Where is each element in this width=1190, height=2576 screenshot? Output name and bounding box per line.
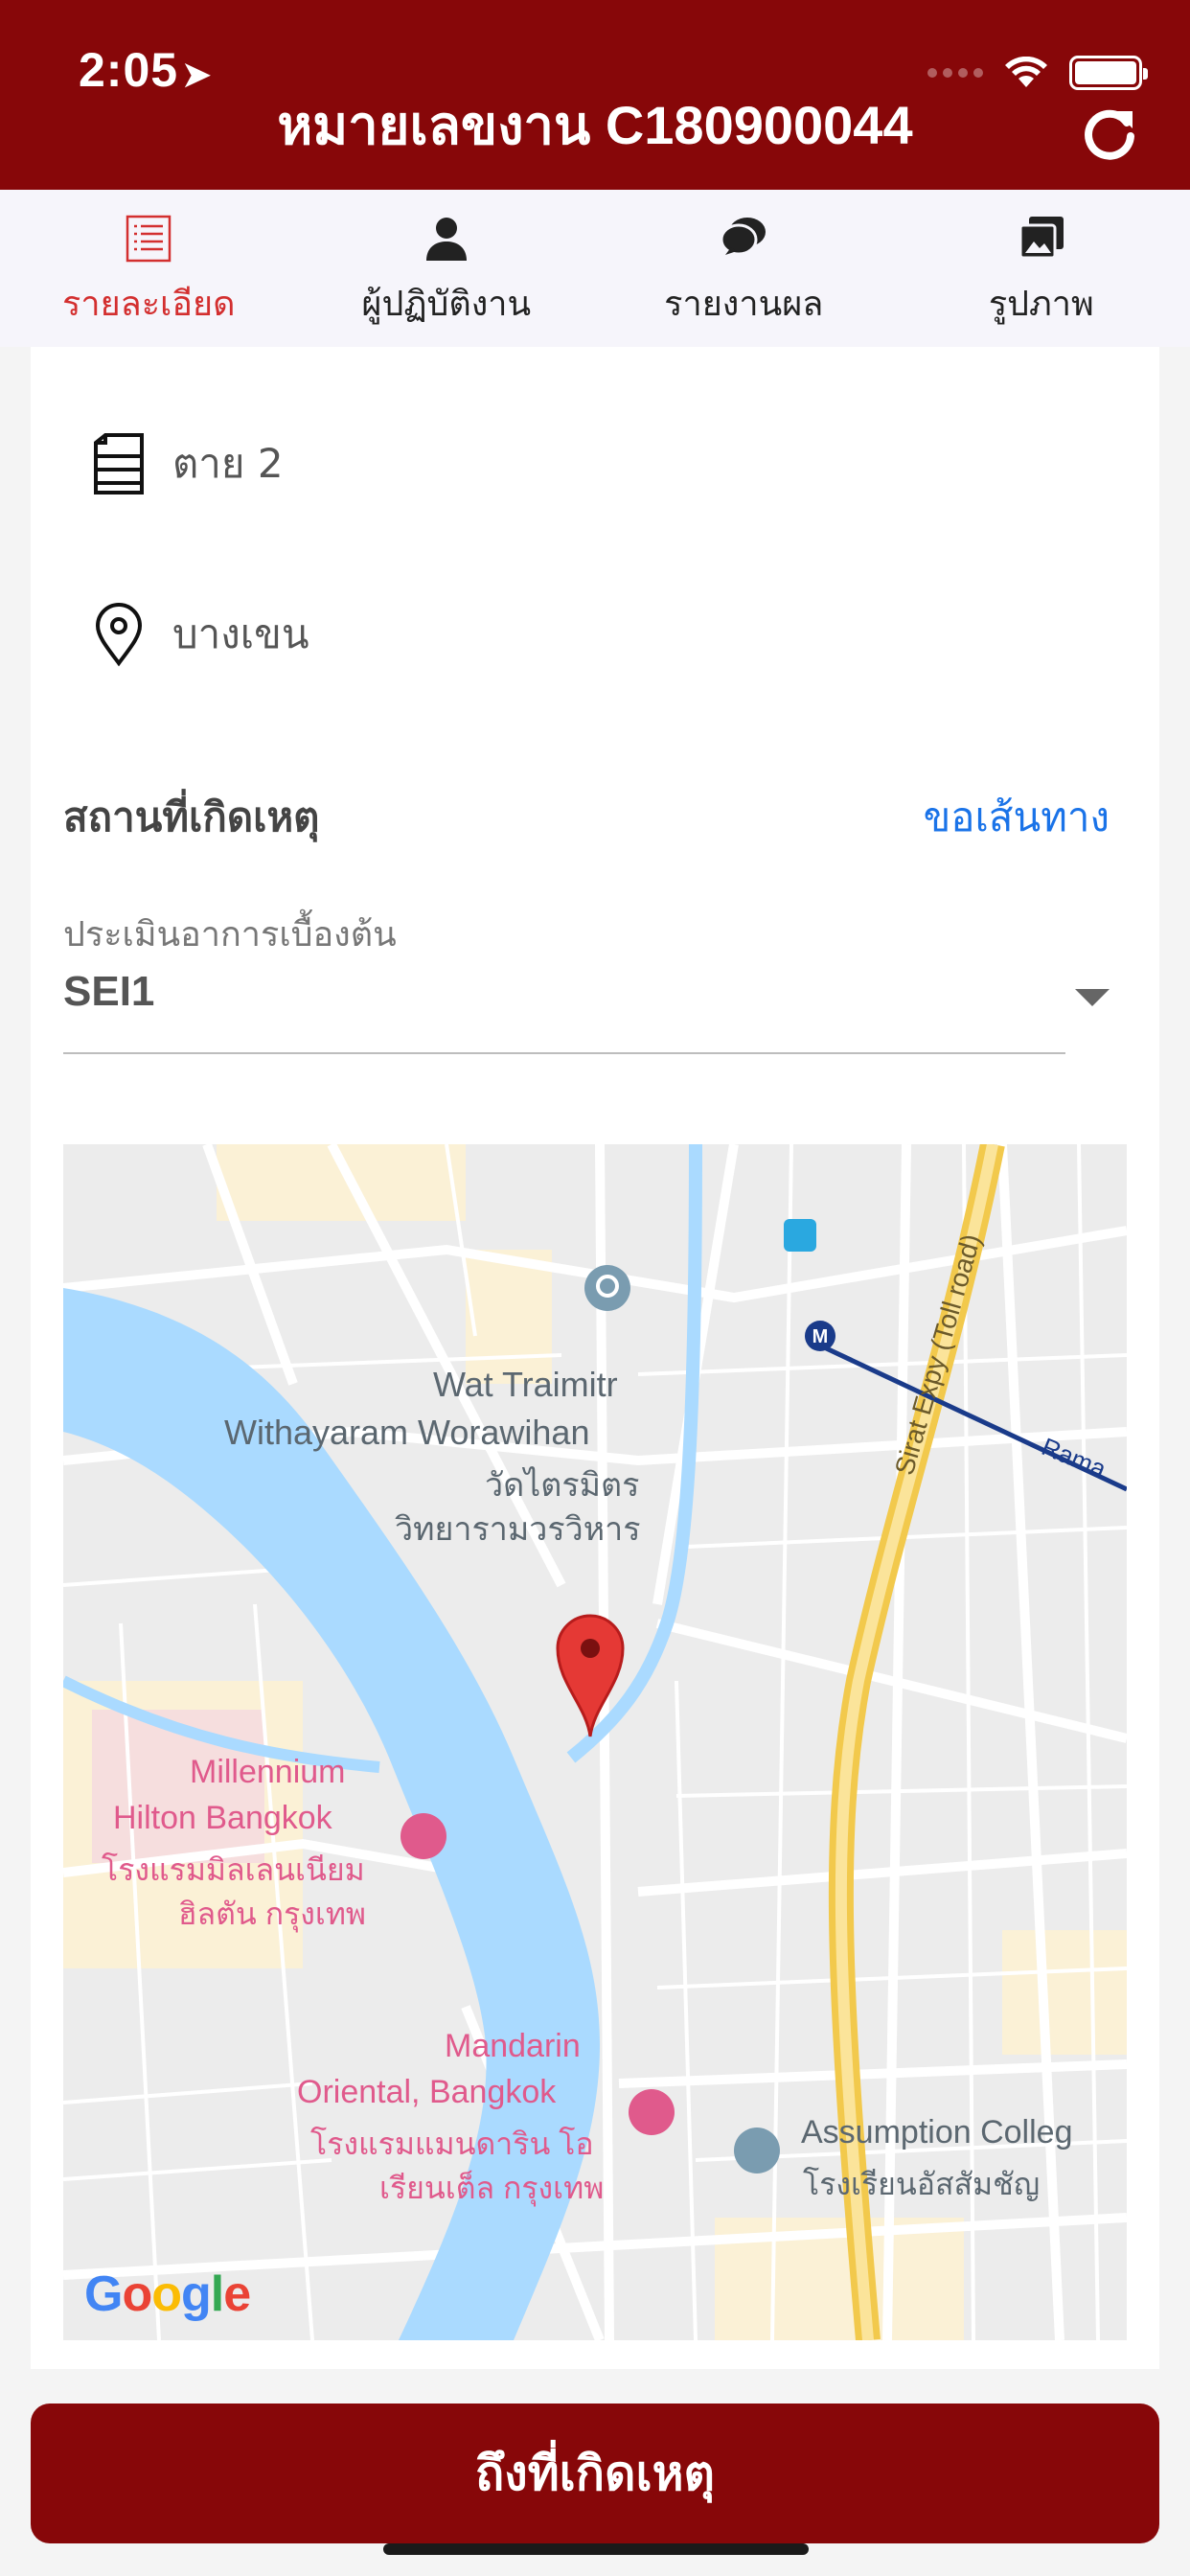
tab-bar: รายละเอียด ผู้ปฏิบัติงาน รายงานผล รูปภาพ <box>0 190 1190 347</box>
map-label: เรียนเต็ล กรุงเทพ <box>379 2171 605 2205</box>
map-label: Millennium <box>190 1754 346 1790</box>
refresh-icon[interactable] <box>1079 104 1140 165</box>
incident-location-heading: สถานที่เกิดเหตุ <box>63 794 320 840</box>
app-header: 2:05 ➤ หมายเลขงาน C180900044 <box>0 0 1190 190</box>
map-label: Sirat Expy (Toll road) <box>889 1230 987 1479</box>
tab-label: รายละเอียด <box>62 285 236 324</box>
tab-personnel[interactable]: ผู้ปฏิบัติงาน <box>298 190 596 347</box>
tab-report[interactable]: รายงานผล <box>595 190 893 347</box>
get-directions-link[interactable]: ขอเส้นทาง <box>924 786 1110 849</box>
map-labels: Wat Traimitr Withayaram Worawihan วัดไตร… <box>63 1144 1127 2340</box>
person-icon <box>425 218 467 261</box>
map-label: Assumption Colleg <box>801 2114 1073 2150</box>
map-label: ฮิลตัน กรุงเทพ <box>178 1897 366 1931</box>
assessment-label: ประเมินอาการเบื้องต้น <box>63 915 397 954</box>
case-type-row: ตาย 2 <box>92 431 284 496</box>
dropdown-underline <box>63 1052 1065 1054</box>
map-label: Hilton Bangkok <box>113 1800 332 1836</box>
document-icon <box>94 433 144 494</box>
map-label: Wat Traimitr <box>433 1365 618 1404</box>
photos-icon <box>1018 217 1064 260</box>
location-pin-icon <box>95 603 143 667</box>
map-label: Rama <box>1038 1432 1110 1484</box>
tab-label: รูปภาพ <box>988 285 1094 324</box>
incident-map[interactable]: M Wat Traimitr Withayaram Worawihan วัดไ… <box>63 1144 1127 2340</box>
map-label: วิทยารามวรวิหาร <box>395 1511 641 1548</box>
map-label: โรงเรียนอัสสัมชัญ <box>803 2167 1041 2201</box>
signal-icon <box>927 68 983 78</box>
tab-photos[interactable]: รูปภาพ <box>893 190 1190 347</box>
list-icon <box>126 215 172 263</box>
district-row: บางเขน <box>92 602 309 667</box>
map-label: Withayaram Worawihan <box>224 1413 590 1452</box>
map-marker-icon[interactable] <box>554 1610 627 1738</box>
assessment-dropdown[interactable]: SEI1 <box>63 968 154 1016</box>
tab-details[interactable]: รายละเอียด <box>0 190 298 347</box>
map-label: Mandarin <box>445 2028 581 2064</box>
tab-label: ผู้ปฏิบัติงาน <box>361 285 532 324</box>
case-type-text: ตาย 2 <box>172 440 284 487</box>
arrived-at-scene-button[interactable]: ถึงที่เกิดเหตุ <box>31 2404 1159 2543</box>
dropdown-arrow-icon[interactable] <box>1075 989 1110 1006</box>
tab-label: รายงานผล <box>664 285 824 324</box>
map-label: Oriental, Bangkok <box>297 2074 557 2110</box>
map-label: โรงแรมมิลเลนเนียม <box>102 1852 365 1887</box>
map-label: โรงแรมแมนดาริน โอ <box>310 2127 594 2161</box>
district-text: บางเขน <box>172 610 309 657</box>
home-indicator <box>383 2543 809 2555</box>
page-title: หมายเลขงาน C180900044 <box>277 95 913 155</box>
chat-bubble-icon <box>720 218 767 256</box>
google-logo: Google <box>84 2266 251 2322</box>
